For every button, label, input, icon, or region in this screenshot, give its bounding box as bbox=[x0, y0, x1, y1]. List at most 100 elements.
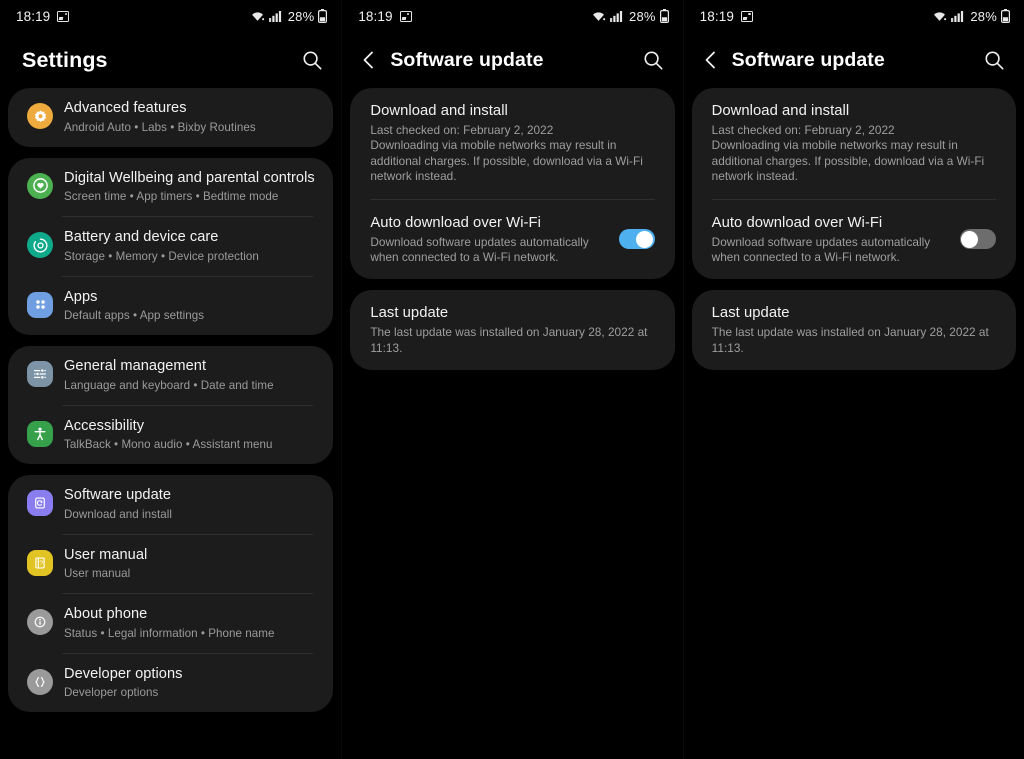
sidebar-item-accessibility[interactable]: Accessibility TalkBack • Mono audio • As… bbox=[8, 406, 333, 465]
auto-download-section[interactable]: Auto download over Wi-Fi Download softwa… bbox=[692, 200, 1016, 280]
wifi-icon bbox=[593, 12, 606, 21]
search-button[interactable] bbox=[639, 45, 669, 75]
settings-screen: 18:19 28% Settings Advanced features And… bbox=[0, 0, 342, 759]
download-and-install-section[interactable]: Download and install Last checked on: Fe… bbox=[692, 88, 1016, 199]
search-icon bbox=[644, 50, 663, 70]
back-button[interactable] bbox=[358, 49, 380, 71]
item-texts: Advanced features Android Auto • Labs • … bbox=[58, 99, 319, 136]
status-clock: 18:19 bbox=[699, 8, 734, 24]
sidebar-item-user-manual[interactable]: ? User manual User manual bbox=[8, 535, 333, 594]
sidebar-item-developer-options[interactable]: Developer options Developer options bbox=[8, 654, 333, 713]
status-bar-right: 28% bbox=[932, 9, 1010, 24]
status-bar: 18:19 28% bbox=[342, 0, 682, 32]
search-button[interactable] bbox=[297, 45, 327, 75]
digital-wellbeing-icon bbox=[27, 172, 53, 199]
settings-group: Software update Download and install ? U… bbox=[8, 475, 334, 713]
item-texts: Software update Download and install bbox=[58, 486, 319, 523]
download-warning-text: Downloading via mobile networks may resu… bbox=[711, 138, 985, 184]
search-button[interactable] bbox=[980, 45, 1010, 75]
search-icon bbox=[303, 50, 322, 70]
software-update-content: Download and install Last checked on: Fe… bbox=[684, 88, 1024, 371]
image-icon bbox=[399, 10, 412, 22]
developer-options-icon bbox=[27, 668, 53, 695]
svg-text:?: ? bbox=[39, 559, 43, 567]
status-bar: 18:19 28% bbox=[0, 0, 341, 32]
item-title: Battery and device care bbox=[64, 229, 219, 245]
icon-slot bbox=[22, 665, 58, 695]
general-management-icon bbox=[27, 361, 53, 387]
section-title: Auto download over Wi-Fi bbox=[370, 214, 541, 231]
icon-slot bbox=[22, 357, 58, 387]
icon-slot bbox=[22, 99, 58, 129]
sidebar-item-software-update[interactable]: Software update Download and install bbox=[8, 475, 333, 534]
sidebar-item-about-phone[interactable]: About phone Status • Legal information •… bbox=[8, 594, 333, 653]
auto-download-toggle[interactable] bbox=[618, 229, 655, 250]
page-title: Software update bbox=[390, 48, 544, 71]
item-texts: Battery and device care Storage • Memory… bbox=[58, 228, 319, 265]
section-title: Download and install bbox=[370, 103, 508, 119]
item-title: About phone bbox=[64, 606, 148, 622]
last-update-card: Last update The last update was installe… bbox=[691, 290, 1016, 371]
download-warning-text: Downloading via mobile networks may resu… bbox=[370, 138, 643, 184]
status-bar-left: 18:19 bbox=[358, 8, 412, 24]
page-title: Settings bbox=[22, 47, 108, 72]
last-update-card: Last update The last update was installe… bbox=[350, 290, 675, 371]
status-bar: 18:19 28% bbox=[684, 0, 1024, 32]
item-texts: Digital Wellbeing and parental controls … bbox=[58, 169, 319, 206]
auto-download-texts: Auto download over Wi-Fi Download softwa… bbox=[370, 213, 618, 266]
back-chevron-icon bbox=[705, 51, 715, 69]
item-subtitle: Screen time • App timers • Bedtime mode bbox=[64, 190, 279, 203]
software-update-screen-toggle-off: 18:19 28% Software update Download and i… bbox=[682, 0, 1024, 759]
settings-group: Advanced features Android Auto • Labs • … bbox=[8, 88, 334, 147]
sidebar-item-advanced-features[interactable]: Advanced features Android Auto • Labs • … bbox=[8, 88, 333, 147]
image-icon bbox=[57, 10, 70, 22]
signal-icon bbox=[610, 11, 623, 22]
last-checked-text: Last checked on: February 2, 2022 bbox=[370, 123, 554, 137]
download-and-install-section[interactable]: Download and install Last checked on: Fe… bbox=[350, 88, 674, 199]
settings-list: Advanced features Android Auto • Labs • … bbox=[0, 88, 341, 712]
item-subtitle: TalkBack • Mono audio • Assistant menu bbox=[64, 438, 273, 451]
auto-download-toggle[interactable] bbox=[959, 229, 996, 250]
sidebar-item-battery-device-care[interactable]: Battery and device care Storage • Memory… bbox=[8, 217, 333, 276]
battery-icon bbox=[318, 9, 328, 23]
item-texts: User manual User manual bbox=[58, 546, 319, 583]
item-title: Software update bbox=[64, 487, 172, 503]
item-title: Digital Wellbeing and parental controls bbox=[64, 169, 315, 186]
section-subtitle: Download software updates automatically … bbox=[711, 234, 931, 265]
update-card: Download and install Last checked on: Fe… bbox=[350, 88, 675, 280]
icon-slot bbox=[22, 605, 58, 635]
status-clock: 18:19 bbox=[16, 8, 51, 24]
icon-slot bbox=[22, 169, 58, 199]
sidebar-item-general-management[interactable]: General management Language and keyboard… bbox=[8, 346, 333, 405]
item-subtitle: Storage • Memory • Device protection bbox=[64, 249, 259, 263]
section-subtitle: Download software updates automatically … bbox=[370, 234, 589, 265]
three-panel-screenshot: 18:19 28% Settings Advanced features And… bbox=[0, 0, 1024, 759]
section-title: Last update bbox=[711, 305, 790, 322]
apps-icon bbox=[27, 291, 53, 318]
sidebar-item-apps[interactable]: Apps Default apps • App settings bbox=[8, 277, 333, 336]
software-update-icon bbox=[27, 490, 53, 516]
back-chevron-icon bbox=[363, 51, 374, 69]
status-clock: 18:19 bbox=[358, 8, 393, 24]
section-subtitle: The last update was installed on January… bbox=[711, 325, 989, 355]
item-subtitle: Default apps • App settings bbox=[64, 309, 205, 322]
auto-download-section[interactable]: Auto download over Wi-Fi Download softwa… bbox=[350, 200, 674, 280]
about-phone-icon bbox=[27, 609, 53, 635]
item-texts: Accessibility TalkBack • Mono audio • As… bbox=[58, 417, 319, 454]
user-manual-icon: ? bbox=[27, 549, 53, 576]
item-subtitle: Developer options bbox=[64, 686, 159, 699]
software-update-header: Software update bbox=[342, 32, 682, 88]
last-update-section: Last update The last update was installe… bbox=[350, 290, 674, 370]
item-subtitle: Android Auto • Labs • Bixby Routines bbox=[64, 120, 256, 134]
toggle-knob bbox=[636, 230, 654, 248]
status-bar-left: 18:19 bbox=[700, 9, 753, 24]
battery-percent: 28% bbox=[287, 8, 315, 24]
back-button[interactable] bbox=[700, 49, 722, 71]
settings-group: Digital Wellbeing and parental controls … bbox=[8, 157, 334, 336]
sidebar-item-digital-wellbeing[interactable]: Digital Wellbeing and parental controls … bbox=[8, 158, 333, 217]
icon-slot bbox=[22, 228, 58, 258]
item-texts: General management Language and keyboard… bbox=[58, 357, 319, 394]
settings-header: Settings bbox=[0, 32, 341, 88]
image-icon bbox=[740, 10, 753, 22]
wifi-icon bbox=[251, 12, 264, 21]
